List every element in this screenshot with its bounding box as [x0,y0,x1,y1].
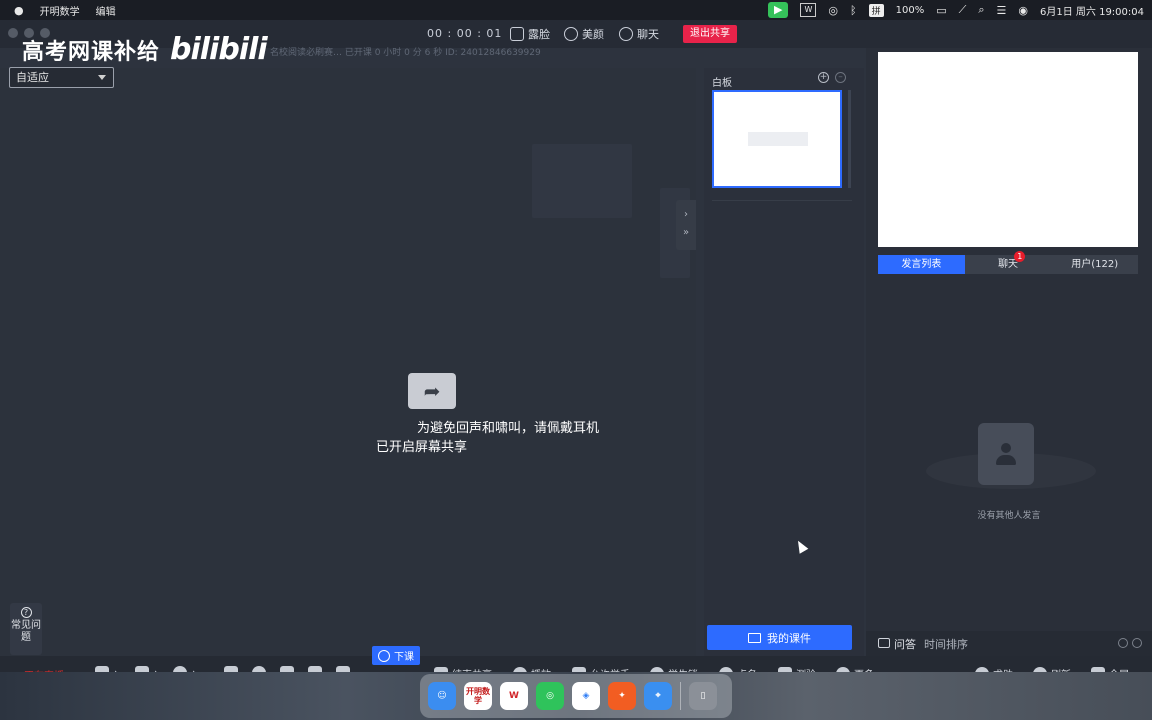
wechat-status-icon[interactable]: ◎ [828,4,838,17]
bluetooth-icon[interactable]: ᛒ [850,4,857,17]
screen-share-area: ➦ 为避免回声和啸叫，请佩戴耳机 已开启屏幕共享 ? 常见问题 ›» [0,68,696,656]
screen-share-icon: ➦ [408,373,456,409]
qa-sort-button[interactable]: 时间排序 [924,636,968,652]
question-icon: ? [20,607,32,618]
end-class-label: 下课 [394,652,414,663]
watermark-text: 高考网课补给 [22,39,161,65]
fit-mode-value: 自适应 [16,71,49,84]
chat-label: 聊天 [637,28,659,41]
tab-chat[interactable]: 聊天 1 [965,251,1052,274]
beauty-face-icon [564,27,578,41]
battery-percent[interactable]: 100% [896,5,925,16]
wps-status-icon[interactable]: W [800,3,817,17]
person-icon [996,443,1016,465]
unread-badge: 1 [1014,251,1026,262]
shared-screen-ghost [532,144,632,218]
siri-icon[interactable]: ◉ [1018,4,1028,17]
faq-label: 常见问题 [11,620,41,643]
exit-share-button[interactable]: 退出共享 [683,25,737,43]
macos-menubar: ● 开明数学 编辑 ▶ W ◎ ᛒ 拼 100% ▭ ⟋ ⌕ ☰ ◉ 6月1日 … [0,0,1152,20]
course-info: 名校阅读必刷赛… 已开课 0 小时 0 分 6 秒 ID: 2401284663… [270,48,541,58]
share-status-text: 已开启屏幕共享 [376,440,468,455]
whiteboard-label: 白板 [712,78,732,89]
right-panel: 发言列表 聊天 1 用户(122) 没有其他人发言 问答 时间排序 [866,48,1152,656]
bilibili-logo: bilibili [170,32,268,67]
panel-tabs: 发言列表 聊天 1 用户(122) [878,251,1138,274]
spotlight-search-icon[interactable]: ⌕ [978,3,984,17]
my-courseware-label: 我的课件 [767,631,811,645]
battery-icon[interactable]: ▭ [936,4,946,17]
qa-icon [878,638,890,648]
menubar-datetime[interactable]: 6月1日 周六 19:00:04 [1040,3,1144,18]
fit-mode-select[interactable]: 自适应 [9,67,114,88]
class-timer: 00 : 00 : 01 [427,27,503,40]
power-icon [378,649,390,662]
folder-icon [748,632,761,643]
kaiming-math-dock-label: 开明数学 [466,687,490,705]
faq-button[interactable]: ? 常见问题 [10,603,42,655]
tab-label: 发言列表 [901,259,942,270]
whiteboard-thumbnail[interactable] [712,90,842,188]
my-courseware-button[interactable]: 我的课件 [707,625,852,650]
qa-collapse-icon[interactable] [1118,638,1128,648]
whiteboard-scrollbar[interactable] [848,90,851,188]
input-method-icon[interactable]: 拼 [868,3,884,17]
chevron-down-icon [98,75,106,80]
wps-icon[interactable]: W [500,682,528,710]
wifi-off-icon[interactable]: ⟋ [959,3,967,17]
menu-app-name[interactable]: 开明数学 [40,3,80,18]
video-camera-icon[interactable]: ▶ [768,2,789,18]
beauty-label: 美颜 [582,28,604,41]
macos-dock: ☺ 开明数学 W ◎ ◈ ✦ ⌖ ▯ [420,674,732,718]
show-face-button[interactable]: 露脸 [510,26,550,42]
whiteboard-placeholder [748,132,808,146]
show-face-label: 露脸 [528,28,550,41]
teacher-video [878,52,1138,247]
whiteboard-panel: 白板 + – 我的课件 [704,68,864,656]
kaiming-math-icon[interactable]: 开明数学 [464,682,492,710]
chat-bubble-icon [619,27,633,41]
close-window-button[interactable] [8,28,18,38]
collapse-whiteboard-icon[interactable]: – [835,72,846,83]
finder-icon[interactable]: ☺ [428,682,456,710]
apple-icon[interactable]: ● [14,4,24,17]
collapse-panel-toggle[interactable]: ›» [676,200,696,250]
qa-bar: 问答 时间排序 [866,631,1152,656]
live-app-icon[interactable]: ✦ [608,682,636,710]
empty-state-text: 没有其他人发言 [977,511,1041,521]
trash-icon[interactable]: ▯ [689,682,717,710]
tab-speaker-list[interactable]: 发言列表 [878,255,965,274]
dock-separator [680,682,681,710]
bilibili-watermark: 高考网课补给 bilibili [22,32,268,67]
safari-icon[interactable]: ⌖ [644,682,672,710]
control-center-icon[interactable]: ☰ [997,4,1007,17]
baidu-netdisk-icon[interactable]: ◈ [572,682,600,710]
divider [712,200,852,201]
menu-edit[interactable]: 编辑 [96,3,116,18]
chat-button[interactable]: 聊天 [619,26,659,42]
tab-label: 用户(122) [1071,259,1119,270]
add-whiteboard-icon[interactable]: + [818,72,829,83]
beauty-button[interactable]: 美颜 [564,26,604,42]
wechat-icon[interactable]: ◎ [536,682,564,710]
no-speaker-icon [978,423,1034,485]
qa-label[interactable]: 问答 [894,636,916,652]
app-window: 00 : 00 : 01 露脸 美颜 聊天 退出共享 ➦ 为避免回声和啸叫，请佩… [0,20,1152,692]
headphone-tip: 为避免回声和啸叫，请佩戴耳机 [417,421,600,436]
end-class-button[interactable]: 下课 [372,646,420,665]
tab-users[interactable]: 用户(122) [1051,255,1138,274]
qa-minimize-icon[interactable] [1132,638,1142,648]
face-frame-icon [510,27,524,41]
